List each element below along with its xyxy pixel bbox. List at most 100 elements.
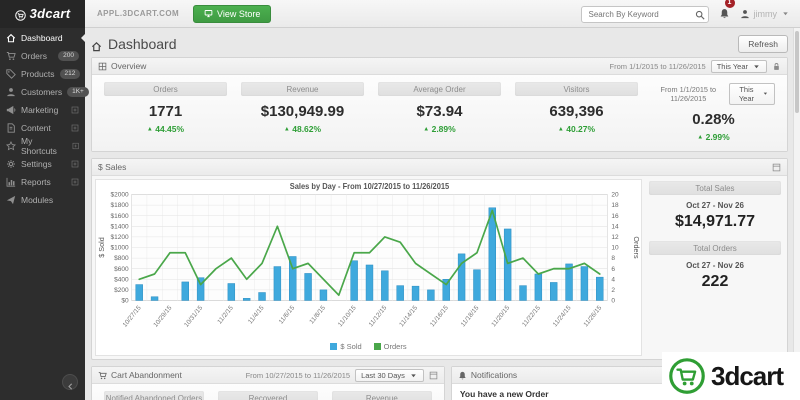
chevron-down-icon: [409, 371, 418, 380]
total-period: Oct 27 - Nov 26: [649, 201, 781, 210]
svg-text:2: 2: [611, 287, 615, 294]
svg-text:11/6/15: 11/6/15: [278, 304, 297, 325]
stat-label: Orders: [104, 82, 227, 96]
page-title: Dashboard: [108, 36, 177, 52]
cart-abandonment-range-select[interactable]: Last 30 Days: [355, 369, 424, 382]
gear-icon: [6, 159, 16, 169]
sidebar-item-orders[interactable]: Orders200: [0, 48, 85, 64]
svg-text:11/14/15: 11/14/15: [398, 304, 419, 328]
stat-label: Notified Abandoned Orders: [104, 391, 204, 400]
search-input[interactable]: [581, 6, 709, 23]
svg-text:12: 12: [611, 234, 619, 241]
username: jimmy: [754, 9, 778, 19]
stat-value: 639,396: [515, 103, 638, 120]
svg-text:11/18/15: 11/18/15: [460, 304, 481, 328]
chevron-down-icon: [752, 62, 761, 71]
stat-value: 1771: [104, 103, 227, 120]
stat-card-average-order: Average Order$73.94▲ 2.89%: [371, 82, 508, 142]
svg-text:10/29/15: 10/29/15: [152, 304, 173, 329]
up-arrow-icon: ▲: [147, 127, 153, 133]
svg-text:10: 10: [611, 244, 619, 251]
notifications-bell-button[interactable]: 1: [719, 4, 730, 24]
svg-text:20: 20: [611, 191, 619, 198]
svg-text:4: 4: [611, 276, 615, 283]
scrollbar-thumb[interactable]: [795, 31, 799, 113]
collapse-panel-icon[interactable]: [429, 371, 438, 380]
expand-plus-icon[interactable]: [71, 160, 79, 168]
brand-logo[interactable]: 3dcart: [0, 0, 85, 28]
svg-text:$1400: $1400: [110, 223, 128, 230]
stat-change: ▲ 2.99%: [652, 132, 775, 142]
svg-text:0: 0: [611, 297, 615, 304]
stat-label: Revenue: [332, 391, 432, 400]
expand-plus-icon[interactable]: [72, 142, 79, 150]
cart-logo-icon: [15, 8, 26, 19]
total-box-total-sales: Total Sales Oct 27 - Nov 26 $14,971.77: [649, 181, 781, 231]
stat-range-select[interactable]: This Year: [729, 83, 775, 105]
refresh-button[interactable]: Refresh: [738, 35, 788, 53]
svg-text:16: 16: [611, 213, 619, 220]
search-icon[interactable]: [695, 7, 705, 17]
sidebar-item-customers[interactable]: Customers1K+: [0, 84, 85, 100]
cart-abandonment-stat-notified-abandoned-orders: Notified Abandoned Orders0: [97, 391, 211, 400]
svg-text:11/8/15: 11/8/15: [308, 304, 327, 325]
collapse-panel-icon[interactable]: [772, 163, 781, 172]
sidebar-item-content[interactable]: Content: [0, 120, 85, 136]
total-value: $14,971.77: [649, 213, 781, 231]
chevron-down-icon: [781, 9, 790, 18]
svg-text:6: 6: [611, 266, 615, 273]
stat-change: ▲ 44.45%: [104, 124, 227, 134]
brand-name: 3dcart: [30, 6, 71, 21]
expand-plus-icon[interactable]: [71, 124, 79, 132]
sidebar-collapse-button[interactable]: [62, 374, 78, 390]
overview-date-range: From 1/1/2015 to 11/26/2015: [610, 62, 706, 71]
stat-label: Visitors: [515, 82, 638, 96]
total-period: Oct 27 - Nov 26: [649, 261, 781, 270]
sales-title: $ Sales: [98, 162, 126, 172]
svg-text:11/2/15: 11/2/15: [216, 304, 235, 325]
svg-text:11/12/15: 11/12/15: [368, 304, 389, 328]
bell-icon: [458, 371, 467, 380]
sidebar-item-marketing[interactable]: Marketing: [0, 102, 85, 118]
svg-text:Sales by Day - From 10/27/2015: Sales by Day - From 10/27/2015 to 11/26/…: [290, 182, 450, 191]
view-store-label: View Store: [217, 9, 260, 19]
stat-label: Recovered: [218, 391, 318, 400]
cart-icon: [98, 371, 107, 380]
user-menu[interactable]: jimmy: [740, 9, 791, 19]
sidebar-item-settings[interactable]: Settings: [0, 156, 85, 172]
overview-grid-icon: [98, 62, 107, 71]
sidebar-item-reports[interactable]: Reports: [0, 174, 85, 190]
notification-count-badge: 1: [725, 0, 735, 8]
svg-text:$1000: $1000: [110, 244, 128, 251]
sidebar-item-dashboard[interactable]: Dashboard: [0, 30, 85, 46]
up-arrow-icon: ▲: [697, 135, 703, 141]
stat-card-conversion: From 1/1/2015 to 11/26/2015This Year0.28…: [645, 82, 782, 142]
lock-icon[interactable]: [772, 62, 781, 71]
sidebar-item-modules[interactable]: Modules: [0, 192, 85, 208]
expand-plus-icon[interactable]: [71, 106, 79, 114]
svg-text:$800: $800: [114, 255, 129, 262]
sidebar-item-label: Content: [21, 123, 51, 133]
sidebar-item-products[interactable]: Products212: [0, 66, 85, 82]
tags-icon: [6, 69, 16, 79]
stat-value: $73.94: [378, 103, 501, 120]
sales-chart: $0$200$400$600$800$1000$1200$1400$1600$1…: [95, 179, 642, 356]
expand-plus-icon[interactable]: [71, 178, 79, 186]
view-store-button[interactable]: View Store: [193, 5, 271, 23]
plane-icon: [6, 195, 16, 205]
total-label: Total Sales: [649, 181, 781, 195]
legend-item-sold: $ Sold: [330, 342, 361, 351]
stat-label: Revenue: [241, 82, 364, 96]
cart-abandonment-date-range: From 10/27/2015 to 11/26/2015: [246, 371, 351, 380]
svg-text:11/16/15: 11/16/15: [429, 304, 450, 328]
sidebar-item-my-shortcuts[interactable]: My Shortcuts: [0, 138, 85, 154]
svg-text:11/4/15: 11/4/15: [247, 304, 266, 325]
file-icon: [6, 123, 16, 133]
overview-range-select[interactable]: This Year: [711, 60, 767, 73]
chart-icon: [6, 177, 16, 187]
svg-text:$2000: $2000: [110, 191, 128, 198]
svg-text:$400: $400: [114, 276, 129, 283]
cart-abandonment-title: Cart Abandonment: [111, 370, 182, 380]
arrow-left-icon: [66, 378, 75, 387]
count-badge: 212: [60, 69, 81, 79]
